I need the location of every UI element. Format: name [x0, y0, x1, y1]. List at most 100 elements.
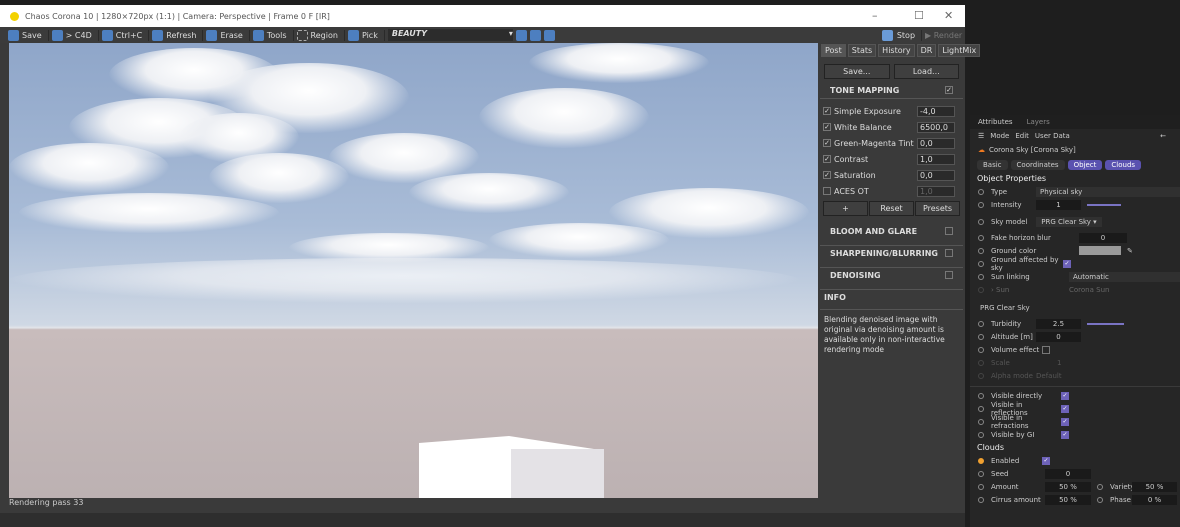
keyframe-icon[interactable]	[978, 234, 984, 241]
pill-object[interactable]: Object	[1067, 160, 1103, 170]
amount-field[interactable]: 50 %	[1045, 481, 1091, 492]
cirrus-field[interactable]: 50 %	[1045, 494, 1091, 505]
variety-field[interactable]: 50 %	[1132, 481, 1177, 492]
channel-select[interactable]: BEAUTY ▾	[387, 29, 513, 41]
keyframe-icon[interactable]	[978, 470, 984, 477]
param-value[interactable]: 1,0	[917, 153, 955, 165]
visible-directly-checkbox[interactable]: ✓	[1061, 391, 1069, 400]
param-value[interactable]: 6500,0	[917, 121, 955, 133]
save-button[interactable]: Save	[8, 29, 49, 41]
keyframe-icon[interactable]	[978, 260, 984, 267]
bloom-glare-header[interactable]: BLOOM AND GLARE	[820, 224, 963, 246]
sharpening-header[interactable]: SHARPENING/BLURRING	[820, 246, 963, 268]
region-button[interactable]: Region	[296, 29, 345, 41]
load-preset-button[interactable]: Load...	[893, 64, 959, 79]
sun-linking-select[interactable]: Automatic	[1069, 271, 1180, 282]
erase-button[interactable]: Erase	[206, 29, 250, 41]
add-button[interactable]: +	[823, 201, 868, 216]
keyframe-icon[interactable]	[978, 273, 984, 280]
eyedropper-icon[interactable]: ✎	[1127, 247, 1133, 255]
param-checkbox[interactable]	[823, 187, 831, 195]
phase-field[interactable]: 0 %	[1132, 494, 1177, 505]
param-value[interactable]: 0,0	[917, 137, 955, 149]
refresh-button[interactable]: Refresh	[152, 29, 204, 41]
param-value[interactable]: 1,0	[917, 185, 955, 197]
pick-button[interactable]: Pick	[347, 29, 385, 41]
minimize-button[interactable]: –	[872, 9, 878, 22]
keyframe-icon[interactable]	[978, 247, 984, 254]
enabled-checkbox[interactable]: ✓	[1042, 456, 1050, 465]
menu-edit[interactable]: Edit	[1015, 132, 1029, 140]
pill-clouds[interactable]: Clouds	[1105, 160, 1142, 170]
zoom-in-icon[interactable]	[515, 29, 527, 41]
tab-dr[interactable]: DR	[916, 44, 937, 57]
tab-stats[interactable]: Stats	[847, 44, 877, 57]
pill-basic[interactable]: Basic	[977, 160, 1008, 170]
keyframe-icon[interactable]	[978, 418, 984, 425]
tab-attributes[interactable]: Attributes	[978, 118, 1013, 126]
zoom-fit-icon[interactable]	[543, 29, 555, 41]
keyframe-icon[interactable]	[978, 218, 984, 225]
tab-layers[interactable]: Layers	[1027, 118, 1050, 126]
render-button[interactable]: ▶ Render	[925, 31, 962, 40]
param-checkbox[interactable]: ✓	[823, 171, 831, 179]
keyframe-icon[interactable]	[978, 320, 984, 327]
reset-button[interactable]: Reset	[869, 201, 914, 216]
keyframe-icon[interactable]	[978, 405, 984, 412]
intensity-slider[interactable]	[1087, 203, 1121, 206]
presets-button[interactable]: Presets	[915, 201, 960, 216]
visible-refractions-checkbox[interactable]: ✓	[1061, 417, 1069, 426]
ground-color-swatch[interactable]	[1079, 246, 1121, 255]
menu-mode[interactable]: Mode	[990, 132, 1009, 140]
param-checkbox[interactable]: ✓	[823, 155, 831, 163]
tools-button[interactable]: Tools	[252, 29, 294, 41]
intensity-field[interactable]: 1	[1036, 199, 1081, 210]
keyframe-icon[interactable]	[978, 392, 984, 399]
tab-lightmix[interactable]: LightMix	[938, 44, 981, 57]
maximize-button[interactable]: ☐	[914, 9, 924, 22]
seed-field[interactable]: 0	[1045, 468, 1091, 479]
section-checkbox[interactable]	[945, 271, 953, 279]
tab-history[interactable]: History	[878, 44, 915, 57]
render-viewport[interactable]	[9, 43, 818, 498]
visible-gi-checkbox[interactable]: ✓	[1061, 430, 1069, 439]
keyframe-icon[interactable]	[978, 483, 984, 490]
to-c4d-button[interactable]: > C4D	[51, 29, 99, 41]
volume-effect-checkbox[interactable]	[1042, 345, 1051, 354]
keyframe-icon[interactable]	[1097, 496, 1103, 503]
hamburger-icon[interactable]: ☰	[978, 132, 984, 140]
param-checkbox[interactable]: ✓	[823, 139, 831, 147]
keyframe-icon[interactable]	[1097, 483, 1103, 490]
visible-reflections-checkbox[interactable]: ✓	[1061, 404, 1069, 413]
tone-mapping-header[interactable]: TONE MAPPING ✓	[820, 83, 963, 99]
pill-coordinates[interactable]: Coordinates	[1010, 160, 1065, 170]
turbidity-field[interactable]: 2.5	[1036, 318, 1081, 329]
type-select[interactable]: Physical sky	[1036, 186, 1180, 197]
keyframe-active-icon[interactable]	[978, 457, 984, 464]
denoising-header[interactable]: DENOISING	[820, 268, 963, 290]
back-arrow-icon[interactable]: ←	[1160, 132, 1166, 140]
keyframe-icon[interactable]	[978, 496, 984, 503]
param-value[interactable]: -4,0	[917, 105, 955, 117]
keyframe-icon[interactable]	[978, 201, 984, 208]
close-button[interactable]: ✕	[944, 9, 953, 22]
save-preset-button[interactable]: Save...	[824, 64, 890, 79]
param-value[interactable]: 0,0	[917, 169, 955, 181]
menu-user-data[interactable]: User Data	[1035, 132, 1070, 140]
copy-button[interactable]: Ctrl+C	[101, 29, 150, 41]
ground-affected-checkbox[interactable]: ✓	[1063, 259, 1071, 268]
tone-mapping-checkbox[interactable]: ✓	[945, 86, 953, 94]
tab-post[interactable]: Post	[821, 44, 846, 57]
keyframe-icon[interactable]	[978, 346, 984, 353]
keyframe-icon[interactable]	[978, 188, 984, 195]
fake-horizon-blur-field[interactable]: 0	[1079, 232, 1127, 243]
zoom-out-icon[interactable]	[529, 29, 541, 41]
param-checkbox[interactable]: ✓	[823, 107, 831, 115]
keyframe-icon[interactable]	[978, 431, 984, 438]
param-checkbox[interactable]: ✓	[823, 123, 831, 131]
sky-model-select[interactable]: PRG Clear Sky ▾	[1036, 216, 1102, 227]
section-checkbox[interactable]	[945, 227, 953, 235]
altitude-field[interactable]: 0	[1036, 331, 1081, 342]
stop-button[interactable]: Stop	[881, 29, 923, 41]
keyframe-icon[interactable]	[978, 333, 984, 340]
